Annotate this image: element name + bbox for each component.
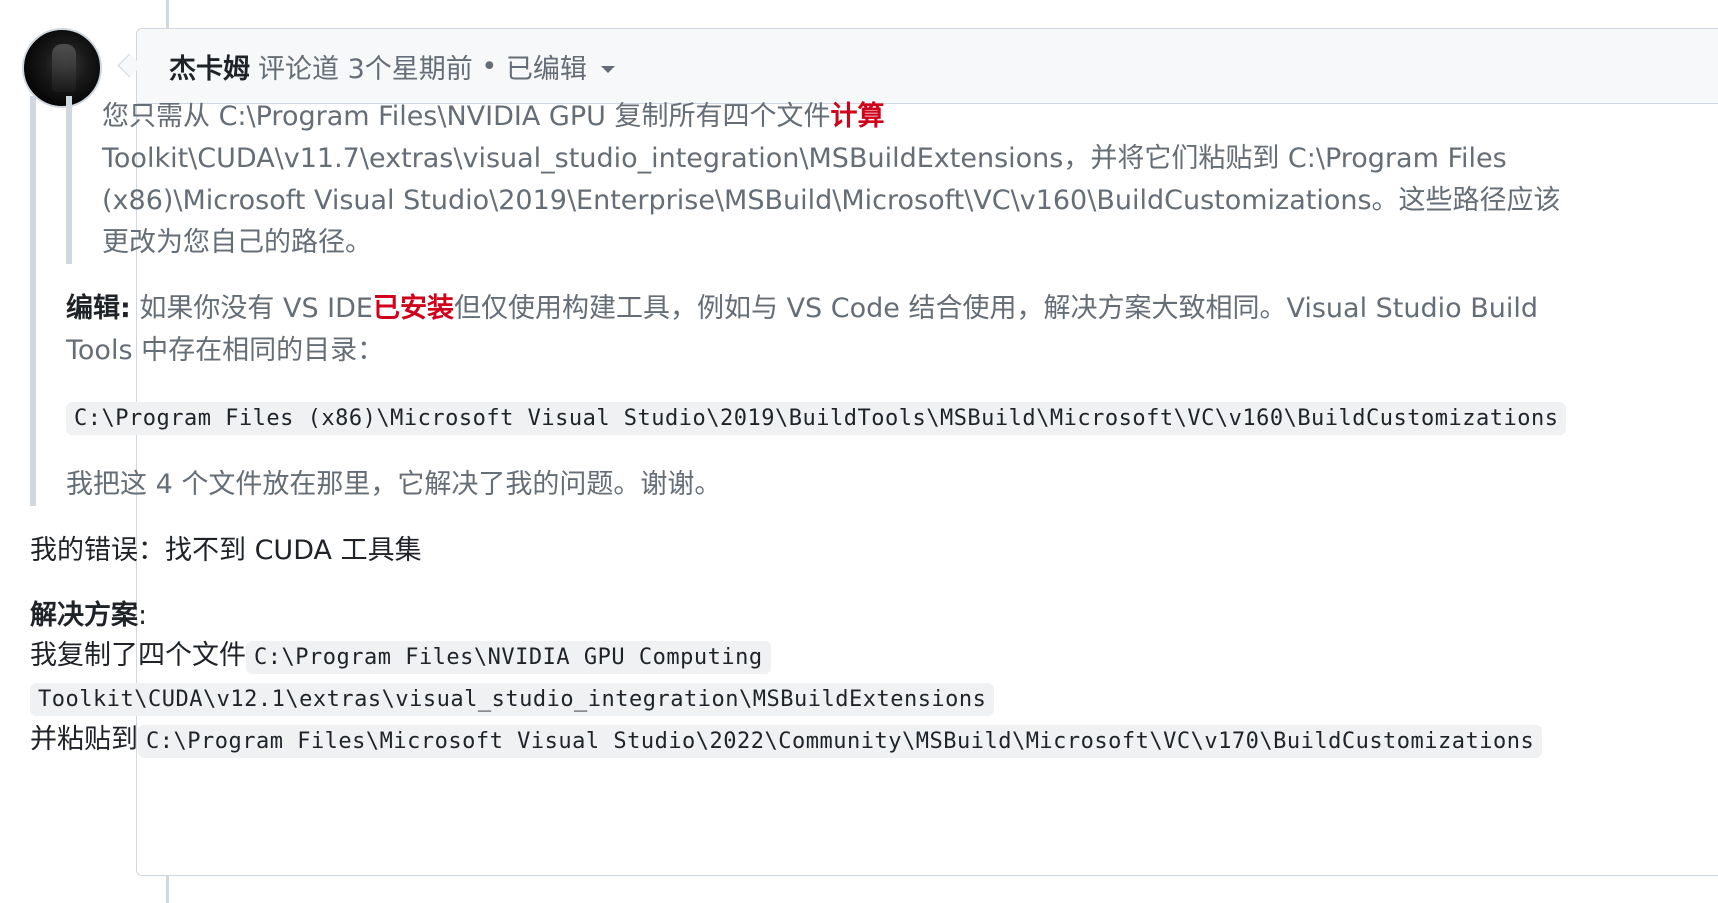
edit-highlight: 已安装: [373, 293, 454, 324]
copy-line-2: Toolkit\CUDA\v12.1\extras\visual_studio_…: [30, 678, 1570, 720]
edit-text-before: 如果你没有 VS IDE: [139, 293, 373, 324]
quote-text-after: Toolkit\CUDA\v11.7\extras\visual_studio_…: [102, 143, 1561, 258]
separator-dot: •: [481, 50, 498, 82]
error-paragraph: 我的错误：找不到 CUDA 工具集: [30, 535, 422, 566]
copy-code-part2: Toolkit\CUDA\v12.1\extras\visual_studio_…: [30, 683, 995, 716]
author-name[interactable]: 杰卡姆: [169, 47, 250, 86]
edit-label: 编辑:: [66, 293, 131, 324]
buildtools-path-code: C:\Program Files (x86)\Microsoft Visual …: [66, 402, 1567, 435]
paste-prefix: 并粘贴到: [30, 724, 138, 755]
solution-title: 解决方案: [30, 600, 138, 631]
quote-text-before: 您只需从 C:\Program Files\NVIDIA GPU 复制所有四个文…: [102, 101, 831, 132]
inner-blockquote: 您只需从 C:\Program Files\NVIDIA GPU 复制所有四个文…: [66, 96, 1570, 264]
paste-line: 并粘贴到 C:\Program Files\Microsoft Visual St…: [30, 720, 1570, 762]
edit-paragraph: 编辑: 如果你没有 VS IDE已安装但仅使用构建工具，例如与 VS Code …: [66, 288, 1570, 372]
comment-timestamp[interactable]: 3个星期前: [348, 47, 473, 86]
solution-colon: :: [138, 600, 148, 631]
avatar-photo: [52, 44, 76, 92]
outer-blockquote: 您只需从 C:\Program Files\NVIDIA GPU 复制所有四个文…: [30, 96, 1570, 506]
copy-prefix: 我复制了四个文件: [30, 640, 246, 671]
solution-heading: 解决方案:: [30, 596, 1570, 636]
copy-line: 我复制了四个文件 C:\Program Files\NVIDIA GPU Comp…: [30, 636, 1570, 678]
copy-code-part1: C:\Program Files\NVIDIA GPU Computing: [246, 641, 771, 674]
comment-body: 您只需从 C:\Program Files\NVIDIA GPU 复制所有四个文…: [30, 96, 1570, 762]
edited-label[interactable]: 已编辑: [506, 47, 587, 86]
comment-header: 杰卡姆 评论道 3个星期前 • 已编辑: [137, 29, 1718, 104]
comment-action: 评论道: [258, 53, 339, 85]
edit-history-caret-icon[interactable]: [600, 65, 615, 73]
thanks-paragraph: 我把这 4 个文件放在那里，它解决了我的问题。谢谢。: [66, 469, 722, 500]
paste-code: C:\Program Files\Microsoft Visual Studio…: [138, 725, 1543, 758]
quote-highlight: 计算: [830, 101, 885, 132]
buildtools-path-paragraph: C:\Program Files (x86)\Microsoft Visual …: [66, 396, 1570, 440]
